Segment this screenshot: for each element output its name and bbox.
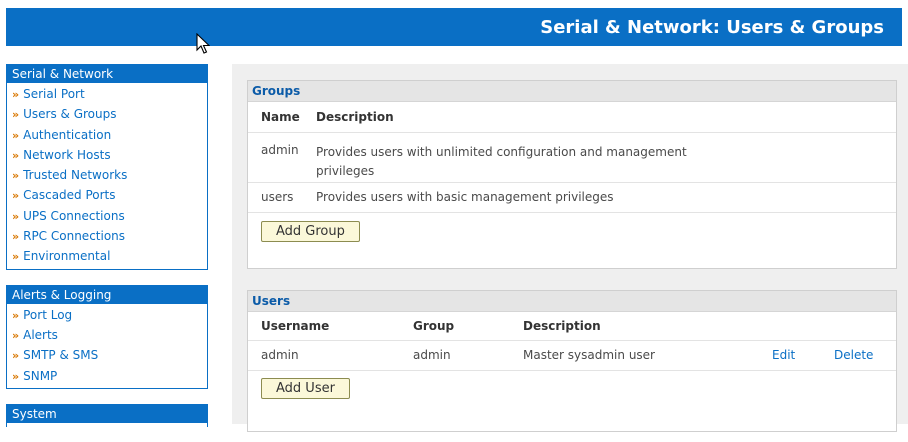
user-description: Master sysadmin user (523, 348, 655, 362)
sidebar: Serial & Network » Serial Port » Users & G… (6, 64, 208, 442)
page-title: Serial & Network: Users & Groups (540, 17, 884, 38)
mouse-pointer-icon (196, 33, 210, 54)
column-header-username: Username (261, 318, 330, 333)
groups-table-header: Name Description (248, 102, 896, 132)
group-description: Provides users with unlimited configurat… (316, 144, 687, 178)
groups-panel: Groups Name Description admin Provides u… (247, 80, 897, 269)
chevron-right-icon: » (12, 250, 20, 264)
sidebar-section-serial-network: Serial & Network » Serial Port » Users & G… (6, 64, 208, 270)
chevron-right-icon: » (12, 369, 20, 383)
chevron-right-icon: » (12, 88, 20, 101)
user-group: admin (413, 348, 451, 362)
table-row: admin admin Master sysadmin user Edit De… (248, 340, 896, 370)
column-header-description: Description (523, 318, 601, 333)
table-row: users Provides users with basic manageme… (248, 182, 896, 212)
sidebar-section-system: System (6, 403, 208, 427)
table-row: admin Provides users with unlimited conf… (248, 132, 896, 182)
column-header-name: Name (261, 109, 300, 124)
groups-table: Name Description admin Provides users wi… (248, 102, 896, 213)
users-table-header: Username Group Description (248, 312, 896, 340)
column-header-description: Description (316, 109, 394, 124)
sidebar-item-serial-port[interactable]: » Serial Port (7, 84, 207, 104)
chevron-right-icon: » (12, 328, 20, 342)
add-user-button[interactable]: Add User (261, 377, 350, 399)
sidebar-section-title: Serial & Network (7, 65, 207, 83)
header-bar: Serial & Network: Users & Groups (6, 8, 902, 46)
user-username: admin (261, 348, 299, 362)
delete-user-link[interactable]: Delete (834, 348, 873, 362)
column-header-group: Group (413, 318, 455, 333)
sidebar-item-snmp[interactable]: » SNMP (7, 366, 207, 386)
users-panel: Users Username Group Description admin a… (247, 290, 897, 432)
group-name: admin (261, 142, 299, 157)
edit-user-link[interactable]: Edit (772, 348, 795, 362)
sidebar-item-alerts[interactable]: » Alerts (7, 325, 207, 345)
users-panel-title: Users (248, 291, 896, 312)
sidebar-item-smtp-sms[interactable]: » SMTP & SMS (7, 345, 207, 365)
chevron-right-icon: » (12, 148, 20, 162)
sidebar-item-trusted-networks[interactable]: » Trusted Networks (7, 165, 207, 185)
sidebar-item-ups-connections[interactable]: » UPS Connections (7, 206, 207, 226)
group-name: users (261, 190, 294, 204)
chevron-right-icon: » (12, 349, 20, 363)
groups-panel-title: Groups (248, 81, 896, 102)
chevron-right-icon: » (12, 128, 20, 142)
chevron-right-icon: » (12, 108, 20, 122)
group-description: Provides users with basic management pri… (316, 190, 614, 204)
sidebar-item-rpc-connections[interactable]: » RPC Connections (7, 226, 207, 246)
chevron-right-icon: » (12, 209, 20, 223)
sidebar-item-network-hosts[interactable]: » Network Hosts (7, 145, 207, 165)
sidebar-section-title: Alerts & Logging (7, 285, 207, 304)
chevron-right-icon: » (12, 189, 20, 203)
main-content: Groups Name Description admin Provides u… (232, 64, 908, 432)
sidebar-item-port-log[interactable]: » Port Log (7, 305, 207, 325)
sidebar-section-title: System (7, 404, 207, 423)
sidebar-item-users-groups[interactable]: » Users & Groups (7, 104, 207, 124)
add-group-button[interactable]: Add Group (261, 220, 360, 242)
sidebar-section-alerts-logging: Alerts & Logging » Port Log » Alerts » SMTP… (6, 284, 208, 389)
chevron-right-icon: » (12, 169, 20, 183)
chevron-right-icon: » (12, 308, 20, 322)
users-table: Username Group Description admin admin M… (248, 312, 896, 371)
chevron-right-icon: » (12, 230, 20, 244)
sidebar-item-authentication[interactable]: » Authentication (7, 125, 207, 145)
sidebar-item-environmental[interactable]: » Environmental (7, 246, 207, 266)
sidebar-item-cascaded-ports[interactable]: » Cascaded Ports (7, 185, 207, 205)
